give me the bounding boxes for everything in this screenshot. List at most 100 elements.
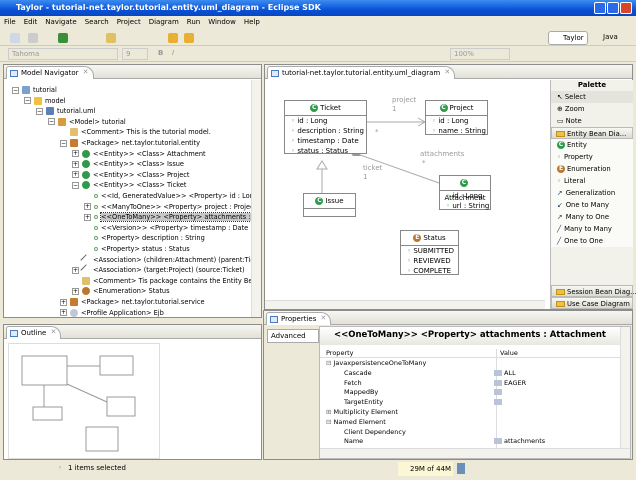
property-value[interactable]: attachments (494, 437, 545, 447)
tree-item[interactable]: <<Version>> <Property> timestamp : Date (84, 223, 248, 234)
expand-toggle-icon[interactable]: + (72, 160, 79, 168)
class-attribute[interactable]: description : String (285, 126, 366, 136)
horizontal-scrollbar[interactable] (265, 300, 545, 309)
tree-item[interactable]: <Association> (children:Attachment) (par… (72, 253, 251, 266)
class-attribute[interactable]: SUBMITTED (401, 246, 458, 256)
palette-item-many-to-many[interactable]: ╱ Many to Many (551, 223, 633, 235)
property-row[interactable]: Client Dependency (320, 428, 620, 438)
tab-model-navigator[interactable]: Model Navigator ✕ (6, 66, 94, 79)
new-icon[interactable] (10, 33, 20, 43)
tab-outline[interactable]: Outline ✕ (6, 326, 62, 339)
palette-item-entity[interactable]: C Entity (551, 139, 633, 151)
expand-toggle-icon[interactable]: ⊟ (326, 359, 334, 367)
tree-item[interactable]: <<Id, GeneratedValue>> <Property> id : L… (84, 191, 251, 202)
tree-item[interactable]: + <<Entity>> <Class> Attachment (72, 149, 206, 160)
expand-toggle-icon[interactable]: ⊟ (326, 418, 334, 426)
class-attribute[interactable]: id : Long (285, 116, 366, 126)
property-row[interactable]: Fetch EAGER (320, 379, 620, 389)
minimize-button[interactable] (594, 2, 606, 14)
outline-thumbnail[interactable] (8, 343, 160, 459)
enum-status[interactable]: EStatusSUBMITTEDREVIEWEDCOMPLETE (400, 230, 459, 275)
menu-project[interactable]: Project (117, 18, 141, 28)
italic-button[interactable]: I (172, 49, 174, 57)
menu-window[interactable]: Window (208, 18, 236, 28)
expand-toggle-icon[interactable]: + (72, 266, 79, 274)
tree-item[interactable]: − <<Entity>> <Class> Ticket (72, 180, 186, 191)
expand-toggle-icon[interactable]: − (12, 86, 19, 94)
class-issue[interactable]: C Issue (303, 193, 356, 217)
class-ticket[interactable]: CTicketid : Longdescription : Stringtime… (284, 100, 367, 155)
tree-item[interactable]: + <<ManyToOne>> <Property> project : Proj… (84, 202, 251, 213)
palette-tool-select[interactable]: ↖ Select (551, 91, 633, 103)
palette-item-many-to-one[interactable]: ↗ Many to One (551, 211, 633, 223)
tree-item[interactable]: − tutorial.uml (36, 106, 95, 117)
zoom-select[interactable]: 100% (450, 48, 510, 60)
tree-item[interactable]: − tutorial (12, 85, 57, 96)
expand-toggle-icon[interactable]: + (72, 150, 79, 158)
back-icon[interactable] (168, 33, 178, 43)
tree-item[interactable]: − <Model> tutorial (48, 117, 126, 128)
menu-help[interactable]: Help (244, 18, 260, 28)
palette-item-one-to-one[interactable]: ╱ One to One (551, 235, 633, 247)
palette-item-generalization[interactable]: ↗ Generalization (551, 187, 633, 199)
property-value[interactable] (494, 388, 504, 398)
expand-toggle-icon[interactable]: − (48, 118, 55, 126)
drawer-entity-bean[interactable]: Entity Bean Dia... (551, 127, 633, 139)
class-attribute[interactable]: timestamp : Date (285, 136, 366, 146)
expand-toggle-icon[interactable]: ⊞ (326, 408, 334, 416)
expand-toggle-icon[interactable]: + (84, 213, 91, 221)
tree-item[interactable]: + <<Entity>> <Class> Issue (72, 159, 184, 170)
expand-toggle-icon[interactable]: + (84, 203, 91, 211)
tree-item[interactable]: <Property> description : String (84, 233, 205, 244)
tree-item[interactable]: + <Enumeration> Status (72, 286, 170, 297)
palette-item-one-to-many[interactable]: ↙ One to Many (551, 199, 633, 211)
vertical-scrollbar[interactable] (251, 80, 261, 317)
expand-toggle-icon[interactable]: + (72, 171, 79, 179)
horizontal-scrollbar[interactable] (320, 448, 630, 458)
property-value[interactable]: EAGER (494, 379, 526, 389)
tree-item[interactable]: + <Profile Application> Ejb (60, 308, 164, 317)
expand-toggle-icon[interactable]: + (60, 298, 67, 306)
drawer-session-bean-diag-[interactable]: Session Bean Diag... (551, 285, 636, 297)
open-icon[interactable] (106, 33, 116, 43)
property-row[interactable]: ⊟ JavaxpersistenceOneToMany (320, 359, 620, 369)
property-value[interactable] (494, 398, 504, 408)
tree-item[interactable]: <Comment> This is the tutorial model. (60, 127, 211, 138)
perspective-java[interactable]: Java (591, 33, 618, 41)
menu-edit[interactable]: Edit (24, 18, 38, 28)
tree-item[interactable]: − <Package> net.taylor.tutorial.entity (60, 138, 200, 149)
property-row[interactable]: MappedBy (320, 388, 620, 398)
garbage-collect-icon[interactable] (457, 463, 465, 474)
property-value[interactable]: ALL (494, 369, 516, 379)
font-select[interactable]: Tahoma (8, 48, 118, 60)
tree-item[interactable]: + <Package> net.taylor.tutorial.service (60, 297, 205, 308)
menu-diagram[interactable]: Diagram (149, 18, 179, 28)
tree-item[interactable]: <Property> status : Status (84, 244, 190, 255)
bold-button[interactable]: B (158, 49, 163, 57)
property-row[interactable]: Cascade ALL (320, 369, 620, 379)
palette-tool-note[interactable]: ▭ Note (551, 115, 633, 127)
menu-navigate[interactable]: Navigate (45, 18, 76, 28)
forward-icon[interactable] (184, 33, 194, 43)
expand-toggle-icon[interactable]: + (60, 309, 67, 317)
expand-toggle-icon[interactable]: − (36, 107, 43, 115)
drawer-use-case-diagram[interactable]: Use Case Diagram (551, 297, 633, 309)
close-icon[interactable]: ✕ (83, 68, 89, 76)
tree-item[interactable]: <Comment> Tis package contains the Entit… (72, 276, 251, 287)
class-attribute[interactable]: name : String (426, 126, 487, 136)
menu-file[interactable]: File (4, 18, 16, 28)
vertical-scrollbar[interactable] (620, 327, 630, 448)
property-row[interactable]: ⊟ Named Element (320, 418, 620, 428)
close-icon[interactable]: ✕ (50, 328, 56, 336)
palette-item-property[interactable]: ◦ Property (551, 151, 633, 163)
class-attachment[interactable]: CAttachmentid : Longurl : String (439, 175, 491, 210)
tree-item[interactable]: + <<Entity>> <Class> Project (72, 170, 190, 181)
tree-item[interactable]: + <<OneToMany>> <Property> attachments : … (84, 212, 251, 223)
expand-toggle-icon[interactable]: − (72, 181, 79, 189)
close-icon[interactable]: ✕ (321, 314, 327, 322)
font-size-select[interactable]: 9 (122, 48, 148, 60)
run-icon[interactable] (58, 33, 68, 43)
property-row[interactable]: ⊞ Multiplicity Element (320, 408, 620, 418)
property-row[interactable]: Name attachments (320, 437, 620, 447)
save-icon[interactable] (28, 33, 38, 43)
